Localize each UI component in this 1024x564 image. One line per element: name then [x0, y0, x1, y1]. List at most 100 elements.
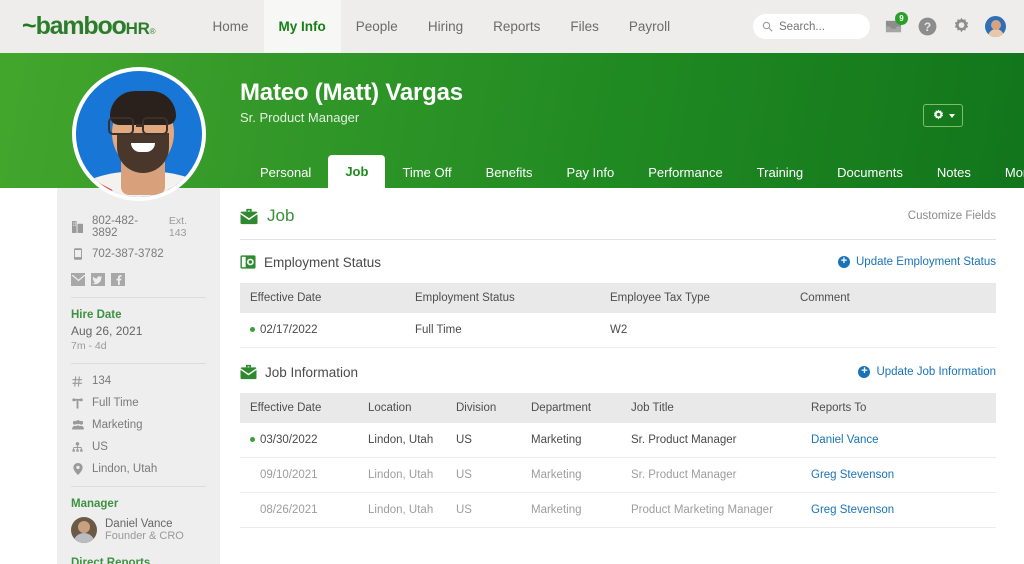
col-employment-status: Employment Status [405, 283, 600, 313]
col-division: Division [446, 393, 521, 423]
cell-location: Lindon, Utah [358, 458, 446, 493]
cell-effective-date: 09/10/2021 [240, 458, 358, 493]
help-button[interactable]: ? [917, 16, 938, 37]
current-record-dot-icon [250, 327, 255, 332]
reports-to-link[interactable]: Greg Stevenson [811, 469, 894, 481]
job-title-group: Job [240, 206, 294, 226]
nav-item-hiring[interactable]: Hiring [413, 0, 478, 53]
nav-item-home[interactable]: Home [198, 0, 264, 53]
department-row: Marketing [71, 419, 206, 431]
cell-job-title: Sr. Product Manager [621, 458, 801, 493]
tab-training[interactable]: Training [740, 158, 820, 188]
search-input[interactable] [779, 21, 859, 33]
facebook-icon[interactable] [111, 273, 125, 286]
table-header-row: Effective Date Location Division Departm… [240, 393, 996, 423]
cell-job-title: Sr. Product Manager [621, 423, 801, 458]
mobile-phone-number: 702-387-3782 [92, 248, 164, 260]
cell-division: US [446, 458, 521, 493]
employment-status-section-header: Employment Status + Update Employment St… [240, 240, 996, 283]
employment-status-table: Effective Date Employment Status Employe… [240, 283, 996, 348]
job-page-header: Job Customize Fields [240, 188, 996, 239]
work-phone-row: 802-482-3892 Ext. 143 [71, 215, 206, 239]
hire-date-label: Hire Date [71, 309, 206, 321]
logo-leaf-icon: ~ [22, 14, 36, 39]
briefcase-icon [240, 208, 258, 225]
logo-text-bamboo: bamboo [36, 14, 126, 39]
job-information-table: Effective Date Location Division Departm… [240, 393, 996, 528]
user-avatar[interactable] [985, 16, 1006, 37]
location-row: Lindon, Utah [71, 463, 206, 475]
update-employment-status-label: Update Employment Status [856, 256, 996, 268]
col-department: Department [521, 393, 621, 423]
table-header-row: Effective Date Employment Status Employe… [240, 283, 996, 313]
tab-performance[interactable]: Performance [631, 158, 739, 188]
division-org-icon [71, 442, 84, 453]
table-row[interactable]: 08/26/2021 Lindon, Utah US Marketing Pro… [240, 493, 996, 528]
employment-type-value: Full Time [92, 397, 139, 409]
nav-item-files[interactable]: Files [555, 0, 614, 53]
employee-settings-dropdown-button[interactable] [923, 104, 963, 127]
bamboohr-logo[interactable]: ~bambooHR® [22, 14, 156, 39]
tab-more[interactable]: More [988, 158, 1024, 188]
cell-employment-status: Full Time [405, 313, 600, 348]
reports-to-link[interactable]: Daniel Vance [811, 434, 879, 446]
hash-icon [71, 376, 84, 387]
manager-card[interactable]: Daniel Vance Founder & CRO [71, 517, 206, 543]
cell-effective-date: 02/17/2022 [240, 313, 405, 348]
employee-id-row: 134 [71, 375, 206, 387]
nav-item-people[interactable]: People [341, 0, 413, 53]
photo-glasses-right [142, 117, 168, 135]
manager-label: Manager [71, 498, 206, 510]
tab-job[interactable]: Job [328, 155, 385, 188]
job-main-panel: Job Customize Fields Employment Status +… [240, 188, 1024, 564]
cell-reports-to: Greg Stevenson [801, 493, 996, 528]
cell-location: Lindon, Utah [358, 493, 446, 528]
employment-status-title: Employment Status [264, 255, 381, 270]
divider [71, 297, 206, 298]
inbox-notifications-button[interactable]: 9 [883, 16, 904, 37]
cell-job-title: Product Marketing Manager [621, 493, 801, 528]
employment-status-table-body: 02/17/2022 Full Time W2 [240, 313, 996, 348]
employee-sidebar: 802-482-3892 Ext. 143 702-387-3782 Hire … [57, 188, 220, 564]
tab-notes[interactable]: Notes [920, 158, 988, 188]
cell-department: Marketing [521, 458, 621, 493]
search-box[interactable] [753, 14, 870, 39]
table-row[interactable]: 09/10/2021 Lindon, Utah US Marketing Sr.… [240, 458, 996, 493]
update-employment-status-link[interactable]: + Update Employment Status [838, 256, 996, 268]
employee-job-title: Sr. Product Manager [240, 110, 359, 125]
twitter-icon[interactable] [91, 273, 105, 286]
tab-pay-info[interactable]: Pay Info [550, 158, 632, 188]
customize-fields-link[interactable]: Customize Fields [908, 210, 996, 222]
cell-department: Marketing [521, 493, 621, 528]
job-information-section-header: Job Information + Update Job Information [240, 348, 996, 393]
email-icon[interactable] [71, 273, 85, 286]
cell-employee-tax-type: W2 [600, 313, 790, 348]
tab-documents[interactable]: Documents [820, 158, 920, 188]
table-row[interactable]: 02/17/2022 Full Time W2 [240, 313, 996, 348]
update-job-information-link[interactable]: + Update Job Information [858, 366, 996, 378]
tab-personal[interactable]: Personal [243, 158, 328, 188]
top-nav-right-tools: 9 ? [753, 14, 1006, 39]
logo-registered-mark: ® [150, 27, 156, 36]
tab-more-label: More [1005, 165, 1024, 180]
employee-profile-photo[interactable] [72, 67, 206, 201]
settings-button[interactable] [951, 16, 972, 37]
col-employee-tax-type: Employee Tax Type [600, 283, 790, 313]
manager-name: Daniel Vance [105, 518, 184, 530]
mobile-phone-icon [71, 248, 84, 260]
tab-benefits[interactable]: Benefits [469, 158, 550, 188]
current-record-dot-icon [250, 437, 255, 442]
nav-item-my-info[interactable]: My Info [264, 0, 341, 53]
nav-item-payroll[interactable]: Payroll [614, 0, 685, 53]
briefcase-icon [240, 364, 257, 380]
work-phone-extension: Ext. 143 [169, 215, 206, 239]
employment-type-row: Full Time [71, 397, 206, 409]
hire-date-value: Aug 26, 2021 [71, 324, 206, 338]
manager-role: Founder & CRO [105, 530, 184, 542]
work-phone-icon [71, 221, 84, 233]
table-row[interactable]: 03/30/2022 Lindon, Utah US Marketing Sr.… [240, 423, 996, 458]
employee-name: Mateo (Matt) Vargas [240, 79, 463, 107]
nav-item-reports[interactable]: Reports [478, 0, 555, 53]
tab-time-off[interactable]: Time Off [385, 158, 468, 188]
reports-to-link[interactable]: Greg Stevenson [811, 504, 894, 516]
